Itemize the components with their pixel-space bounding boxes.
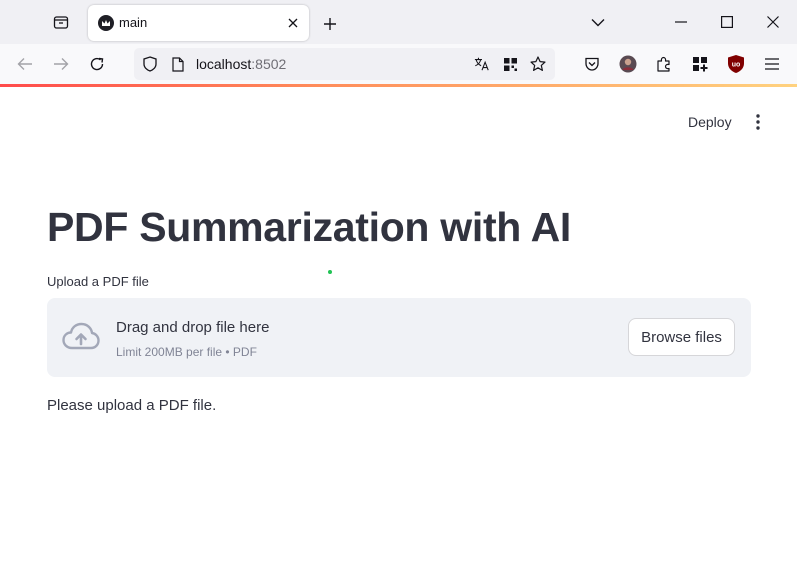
puzzle-icon[interactable] [652, 52, 676, 76]
status-message: Please upload a PDF file. [47, 397, 217, 414]
upload-label: Upload a PDF file [47, 274, 149, 289]
maximize-icon[interactable] [714, 10, 740, 34]
navigation-toolbar: localhost:8502 uo [0, 44, 797, 84]
app-favicon-icon [98, 15, 114, 31]
page-title: PDF Summarization with AI [47, 204, 572, 250]
status-dot [328, 270, 332, 274]
forward-arrow-icon[interactable] [48, 52, 74, 76]
browser-tab[interactable]: main [88, 5, 309, 41]
close-icon[interactable] [284, 14, 302, 32]
url-bar[interactable]: localhost:8502 [134, 48, 555, 80]
url-port: :8502 [251, 56, 287, 72]
extensions-icon[interactable] [688, 52, 712, 76]
reload-icon[interactable] [84, 52, 110, 76]
pocket-icon[interactable] [580, 52, 604, 76]
ublock-badge: uo [732, 62, 741, 69]
url-text: localhost:8502 [196, 56, 286, 72]
shield-icon[interactable] [142, 56, 158, 72]
window-close-icon[interactable] [760, 10, 786, 34]
dropzone-instruction: Drag and drop file here [116, 319, 270, 336]
ublock-icon[interactable]: uo [724, 52, 748, 76]
url-host: localhost [196, 56, 252, 72]
kebab-menu-icon[interactable] [746, 110, 770, 134]
chevron-down-icon[interactable] [586, 12, 610, 32]
plus-icon[interactable] [318, 12, 342, 36]
browse-files-button[interactable]: Browse files [628, 318, 735, 356]
qr-icon[interactable] [502, 56, 518, 72]
file-dropzone[interactable]: Drag and drop file here Limit 200MB per … [47, 298, 751, 377]
back-arrow-icon[interactable] [12, 52, 38, 76]
page-icon[interactable] [170, 56, 186, 72]
minimize-icon[interactable] [668, 10, 694, 34]
profile-avatar[interactable] [616, 52, 640, 76]
dropzone-limit-text: Limit 200MB per file • PDF [116, 345, 257, 359]
app-header-decoration [0, 84, 797, 87]
deploy-button[interactable]: Deploy [680, 110, 740, 134]
translate-icon[interactable] [474, 56, 490, 72]
tab-title: main [119, 15, 148, 30]
tab-bar: main [0, 0, 797, 44]
star-icon[interactable] [530, 56, 546, 72]
tab-overview-icon[interactable] [48, 10, 74, 34]
cloud-upload-icon [62, 322, 100, 352]
hamburger-menu-icon[interactable] [760, 52, 784, 76]
